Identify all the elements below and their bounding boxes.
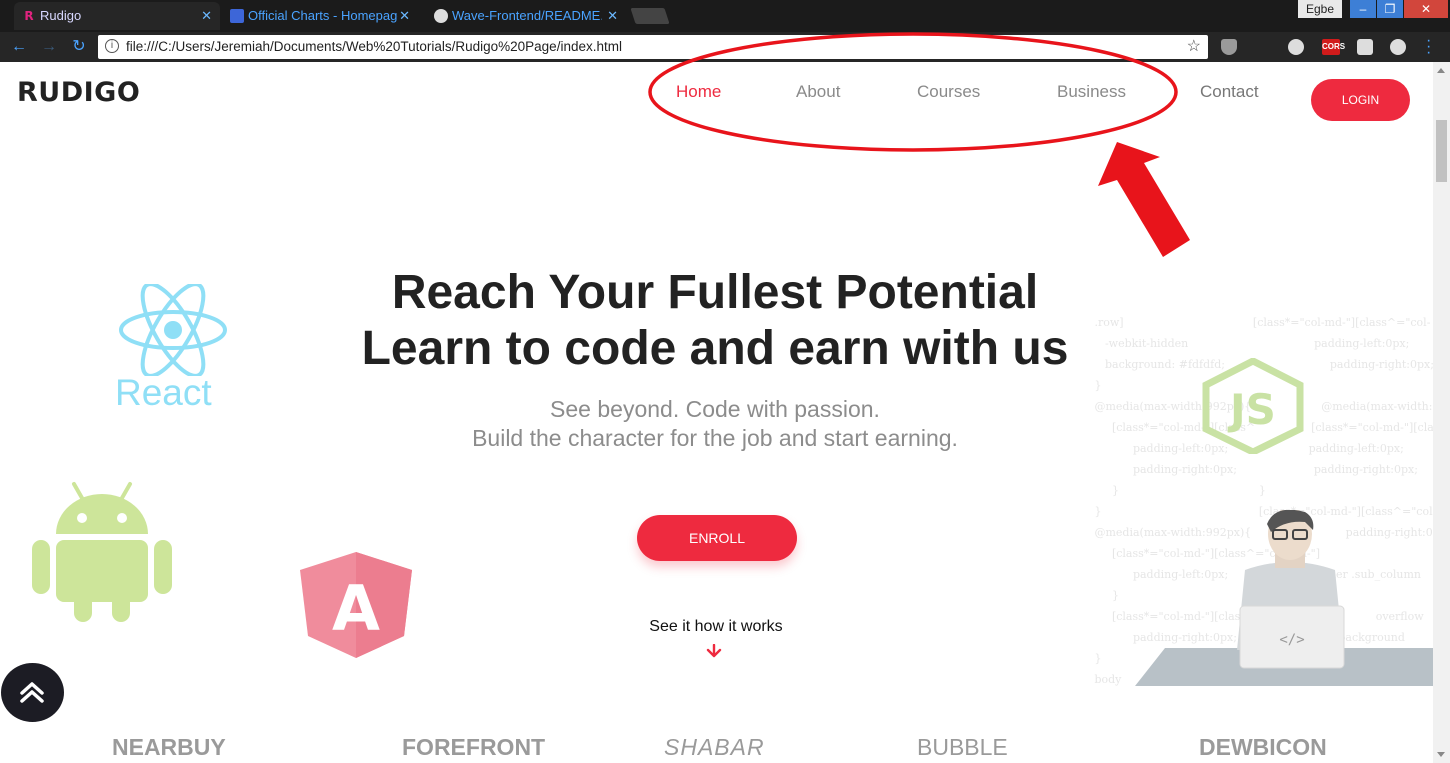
react-label: React: [115, 372, 212, 413]
programmer-illustration: </>: [1135, 510, 1433, 686]
hero-title-line-2: Learn to code and earn with us: [361, 322, 1069, 375]
back-to-top-button[interactable]: [1, 663, 64, 722]
official-charts-icon: [230, 9, 244, 23]
brand-logo-nearbuy: NEARBUY: [112, 734, 226, 760]
github-icon: [434, 9, 448, 23]
bookmark-star-icon[interactable]: ☆: [1187, 36, 1201, 56]
see-how-it-works-link[interactable]: See it how it works: [600, 618, 832, 636]
browser-tab-strip: R Rudigo ✕ Official Charts - Homepage ✕ …: [0, 0, 1450, 32]
forward-arrow-icon[interactable]: →: [38, 37, 60, 57]
close-icon[interactable]: ✕: [607, 2, 618, 30]
tab-title: Rudigo: [40, 8, 82, 23]
profile-button[interactable]: Egbe: [1298, 0, 1342, 18]
android-icon: [32, 482, 172, 622]
site-logo[interactable]: RUDIGO: [17, 77, 140, 108]
angular-letter: A: [332, 572, 380, 645]
rudigo-r-icon: R: [24, 9, 34, 23]
nodejs-label: JS: [1227, 385, 1276, 434]
new-tab-button[interactable]: [630, 8, 670, 24]
nav-home[interactable]: Home: [676, 82, 721, 102]
hero-subtitle-line-2: Build the character for the job and star…: [472, 425, 958, 451]
tab-official-charts[interactable]: Official Charts - Homepage ✕: [222, 2, 418, 30]
brand-logo-shabar: SHABAR: [664, 734, 765, 760]
browser-menu-icon[interactable]: · · ·: [1426, 33, 1431, 61]
extension-dot-icon[interactable]: [1390, 39, 1406, 55]
scrollbar-thumb[interactable]: [1436, 120, 1447, 182]
angular-icon: A: [300, 552, 412, 658]
minimize-button[interactable]: –: [1350, 0, 1376, 18]
enroll-button[interactable]: ENROLL: [637, 515, 797, 561]
hero-title: Reach Your Fullest Potential Learn to co…: [200, 265, 1230, 377]
nav-about[interactable]: About: [796, 82, 840, 102]
tab-github-readme[interactable]: Wave-Frontend/README.md ✕: [426, 2, 626, 30]
cors-extension-icon[interactable]: CORS: [1322, 39, 1345, 55]
info-icon[interactable]: i: [105, 39, 119, 53]
double-chevron-up-icon: [20, 682, 44, 703]
back-arrow-icon[interactable]: ←: [8, 37, 30, 57]
brand-logo-dewbicon: DEWBICON: [1199, 734, 1327, 760]
close-icon[interactable]: ✕: [399, 2, 410, 30]
hero-title-line-1: Reach Your Fullest Potential: [391, 266, 1039, 319]
reload-icon[interactable]: ↻: [68, 37, 90, 57]
url-text[interactable]: file:///C:/Users/Jeremiah/Documents/Web%…: [126, 39, 622, 54]
extension-window-icon[interactable]: [1357, 39, 1373, 55]
close-icon[interactable]: ✕: [201, 2, 212, 30]
brand-logo-forefront: FOREFRONT: [402, 734, 546, 760]
hero-subtitle-line-1: See beyond. Code with passion.: [550, 396, 880, 422]
tab-title: Wave-Frontend/README.md: [452, 8, 602, 23]
scroll-up-arrow-icon[interactable]: [1437, 68, 1445, 73]
login-button[interactable]: LOGIN: [1311, 79, 1410, 121]
tab-rudigo[interactable]: R Rudigo ✕: [14, 2, 220, 30]
page-viewport: .row] [class*="col-md-"][class^="col- -w…: [0, 62, 1433, 763]
tab-title: Official Charts - Homepage: [248, 8, 398, 23]
shield-extension-icon[interactable]: [1221, 39, 1237, 55]
browser-toolbar: ← → ↻ i file:///C:/Users/Jeremiah/Docume…: [0, 32, 1450, 62]
brand-logo-bubble: BUBBLE: [917, 734, 1008, 760]
page-scrollbar[interactable]: [1433, 62, 1450, 763]
nav-courses[interactable]: Courses: [917, 82, 980, 102]
nav-contact[interactable]: Contact: [1200, 82, 1259, 102]
nav-business[interactable]: Business: [1057, 82, 1126, 102]
extension-circle-icon[interactable]: [1288, 39, 1304, 55]
svg-text:</>: </>: [1279, 632, 1304, 648]
hero-subtitle: See beyond. Code with passion. Build the…: [200, 395, 1230, 453]
address-bar[interactable]: i file:///C:/Users/Jeremiah/Documents/We…: [98, 35, 1208, 59]
maximize-button[interactable]: ❐: [1377, 0, 1403, 18]
close-window-button[interactable]: ✕: [1404, 0, 1448, 18]
arrow-down-icon[interactable]: [706, 644, 722, 658]
scroll-down-arrow-icon[interactable]: [1437, 752, 1445, 757]
